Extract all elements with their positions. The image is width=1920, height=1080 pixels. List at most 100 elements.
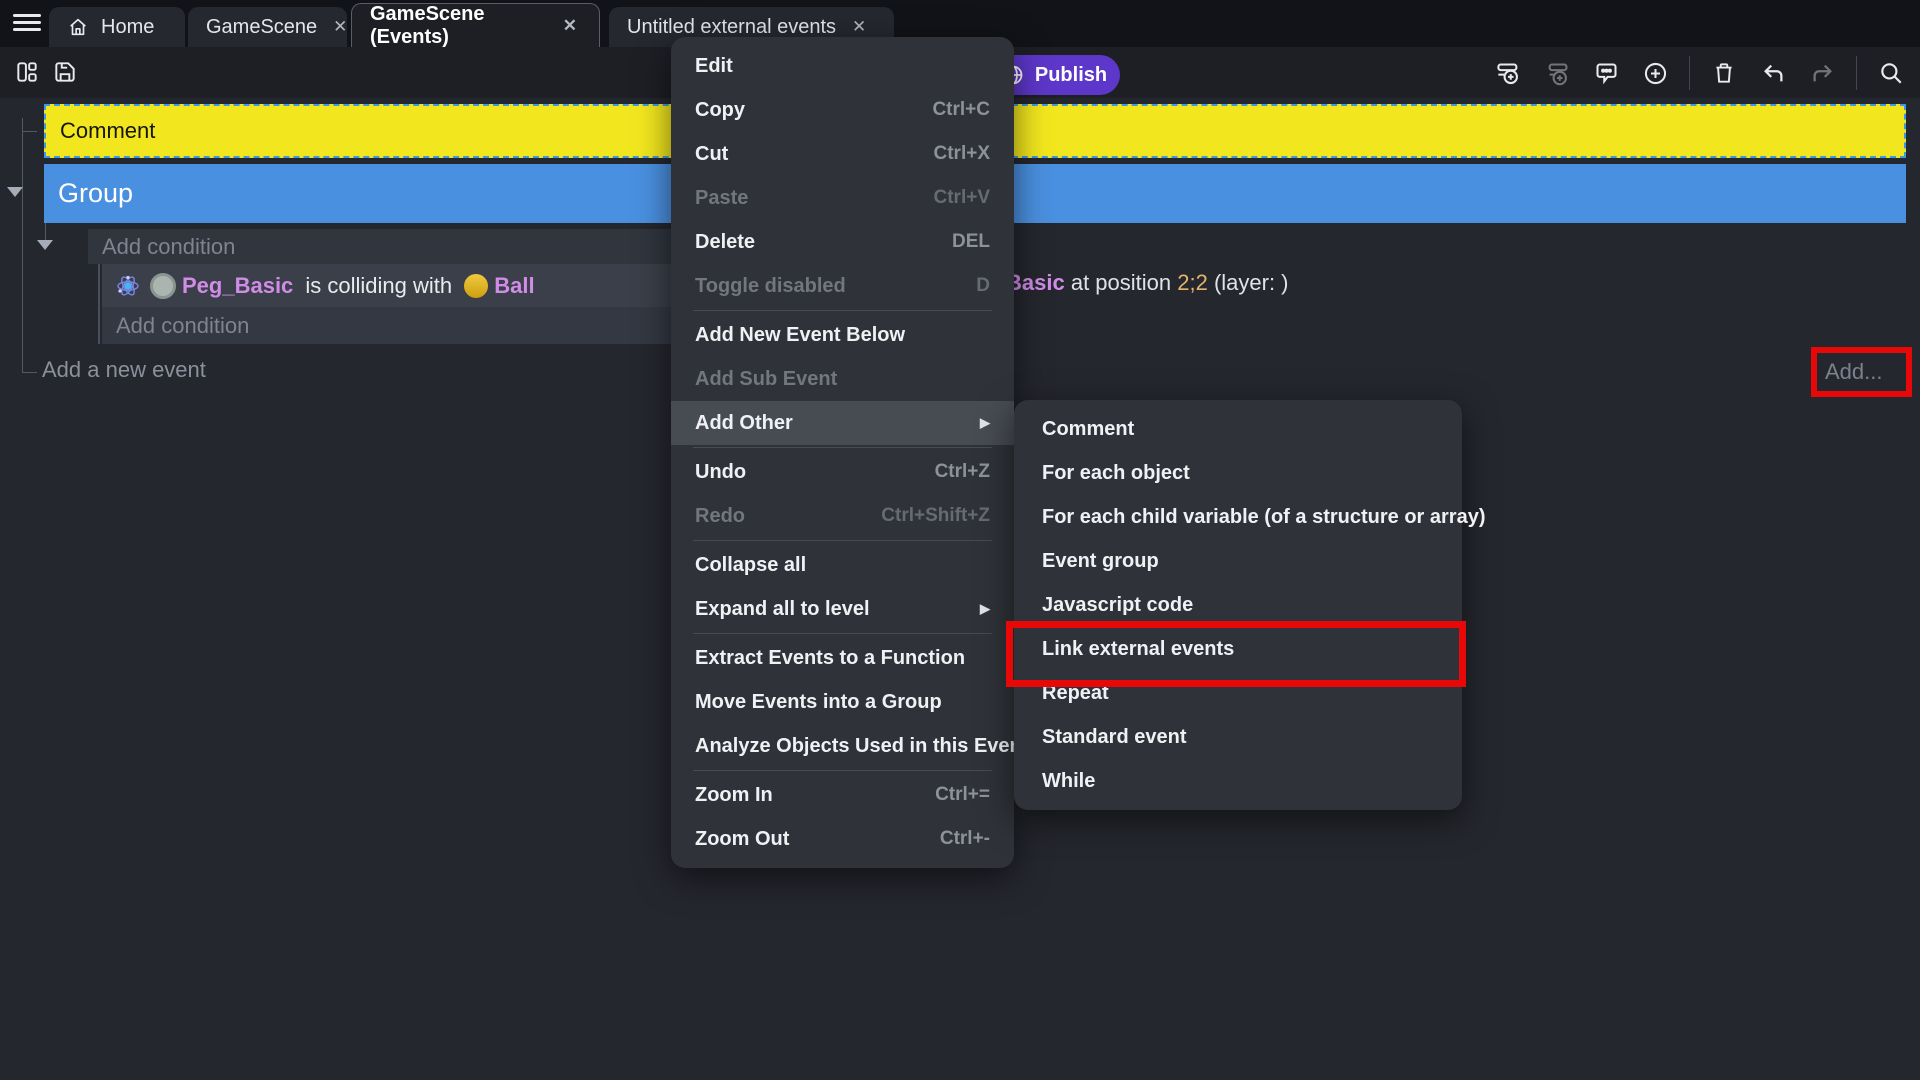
menu-label: Zoom In	[695, 784, 773, 807]
submenu-item-for-each-child-variable[interactable]: For each child variable (of a structure …	[1014, 495, 1462, 539]
add-new-event-label: Add a new event	[42, 357, 206, 382]
action-text: (layer: )	[1208, 270, 1289, 295]
menu-item-analyze-objects[interactable]: Analyze Objects Used in this Event	[671, 724, 1014, 768]
menu-item-add-sub-event: Add Sub Event	[671, 357, 1014, 401]
context-menu: Edit CopyCtrl+C CutCtrl+X Paste Ctrl+V De…	[671, 37, 1014, 868]
object-name: Basic	[1006, 270, 1065, 295]
divider	[1689, 56, 1690, 90]
menu-label: Collapse all	[695, 554, 806, 577]
menu-label: Add New Event Below	[695, 324, 905, 347]
menu-label: Javascript code	[1042, 594, 1193, 617]
tree-line	[45, 223, 46, 241]
collapse-arrow-icon[interactable]	[7, 187, 23, 197]
publish-label: Publish	[1035, 64, 1107, 87]
menu-item-cut[interactable]: CutCtrl+X	[671, 132, 1014, 176]
action-text: at position	[1065, 270, 1178, 295]
comment-text: Comment	[60, 118, 155, 144]
tree-line	[22, 118, 23, 372]
tab-gamescene-events[interactable]: GameScene (Events) ✕	[351, 3, 600, 47]
menu-item-add-new-event-below[interactable]: Add New Event Below	[671, 313, 1014, 357]
menu-label: Expand all to level	[695, 598, 870, 621]
menu-label: Comment	[1042, 418, 1134, 441]
tab-label: Home	[101, 16, 154, 39]
menu-label: For each object	[1042, 462, 1190, 485]
choose-event-icon[interactable]	[1640, 58, 1670, 88]
menu-item-undo[interactable]: Undo Ctrl+Z	[671, 450, 1014, 494]
menu-divider	[693, 770, 992, 771]
add-condition-button[interactable]: Add condition	[88, 229, 770, 264]
menu-label: Toggle disabled	[695, 275, 846, 298]
layout-panels-icon[interactable]	[12, 57, 42, 87]
tab-home[interactable]: Home	[49, 7, 185, 47]
collapse-arrow-icon[interactable]	[37, 240, 53, 250]
add-condition-label: Add condition	[116, 313, 249, 339]
close-icon[interactable]: ✕	[559, 14, 581, 38]
add-comment-icon[interactable]	[1591, 58, 1621, 88]
menu-item-edit[interactable]: Edit	[671, 44, 1014, 88]
tree-line	[22, 131, 37, 132]
shortcut: Ctrl+-	[940, 828, 990, 850]
submenu-item-for-each-object[interactable]: For each object	[1014, 451, 1462, 495]
shortcut: Ctrl+Z	[935, 461, 990, 483]
menu-item-expand-all-to-level[interactable]: Expand all to level▶	[671, 587, 1014, 631]
menu-label: While	[1042, 770, 1095, 793]
redo-icon[interactable]	[1807, 58, 1837, 88]
add-event-icon[interactable]	[1493, 58, 1523, 88]
menu-label: Zoom Out	[695, 828, 789, 851]
shortcut: Ctrl+C	[932, 99, 990, 121]
add-new-event-button[interactable]: Add a new event	[42, 357, 206, 383]
menu-item-redo: Redo Ctrl+Shift+Z	[671, 494, 1014, 538]
hamburger-menu-icon[interactable]	[11, 10, 43, 36]
add-other-submenu: Comment For each object For each child v…	[1014, 400, 1462, 810]
group-title: Group	[58, 178, 133, 209]
menu-item-collapse-all[interactable]: Collapse all	[671, 543, 1014, 587]
menu-label: Standard event	[1042, 726, 1186, 749]
add-condition-button[interactable]: Add condition	[102, 307, 770, 344]
menu-item-move-events-into-group[interactable]: Move Events into a Group	[671, 680, 1014, 724]
close-icon[interactable]: ✕	[329, 15, 351, 39]
object-name: Ball	[494, 273, 534, 299]
submenu-item-comment[interactable]: Comment	[1014, 407, 1462, 451]
menu-label: Analyze Objects Used in this Event	[695, 735, 1028, 758]
object-name: Peg_Basic	[182, 273, 293, 299]
close-icon[interactable]: ✕	[848, 15, 870, 39]
menu-label: Redo	[695, 505, 745, 528]
menu-item-zoom-in[interactable]: Zoom InCtrl+=	[671, 773, 1014, 817]
submenu-item-while[interactable]: While	[1014, 759, 1462, 803]
shortcut: Ctrl+V	[934, 187, 991, 209]
undo-icon[interactable]	[1758, 58, 1788, 88]
ball-thumbnail	[464, 274, 488, 298]
menu-item-zoom-out[interactable]: Zoom Out Ctrl+-	[671, 817, 1014, 861]
tab-label: GameScene	[206, 16, 317, 39]
menu-item-paste: Paste Ctrl+V	[671, 176, 1014, 220]
menu-item-extract-events-to-function[interactable]: Extract Events to a Function	[671, 636, 1014, 680]
menu-divider	[693, 633, 992, 634]
menu-label: For each child variable (of a structure …	[1042, 506, 1485, 529]
tab-label: GameScene (Events)	[370, 3, 547, 49]
menu-label: Edit	[695, 55, 733, 78]
tab-gamescene[interactable]: GameScene ✕	[188, 7, 347, 47]
shortcut: Ctrl+Shift+Z	[881, 505, 990, 527]
menu-label: Paste	[695, 187, 748, 210]
menu-item-delete[interactable]: DeleteDEL	[671, 220, 1014, 264]
submenu-item-event-group[interactable]: Event group	[1014, 539, 1462, 583]
add-action-button[interactable]: Add...	[1825, 359, 1882, 385]
trash-icon[interactable]	[1709, 58, 1739, 88]
search-icon[interactable]	[1876, 58, 1906, 88]
condition-row[interactable]: Peg_Basic is colliding with Ball	[102, 264, 770, 307]
menu-item-toggle-disabled: Toggle disabledD	[671, 264, 1014, 308]
add-condition-label: Add condition	[102, 234, 235, 260]
add-sub-event-icon[interactable]	[1542, 58, 1572, 88]
menu-divider	[693, 310, 992, 311]
menu-item-add-other[interactable]: Add Other▶	[671, 401, 1014, 445]
save-icon[interactable]	[50, 57, 80, 87]
menu-label: Cut	[695, 143, 728, 166]
action-row-text[interactable]: Basic at position 2;2 (layer: )	[1006, 270, 1289, 296]
menu-label: Move Events into a Group	[695, 691, 942, 714]
divider	[1856, 56, 1857, 90]
menu-label: Extract Events to a Function	[695, 647, 965, 670]
menu-label: Undo	[695, 461, 746, 484]
tab-label: Untitled external events	[627, 16, 836, 39]
menu-item-copy[interactable]: CopyCtrl+C	[671, 88, 1014, 132]
submenu-item-standard-event[interactable]: Standard event	[1014, 715, 1462, 759]
